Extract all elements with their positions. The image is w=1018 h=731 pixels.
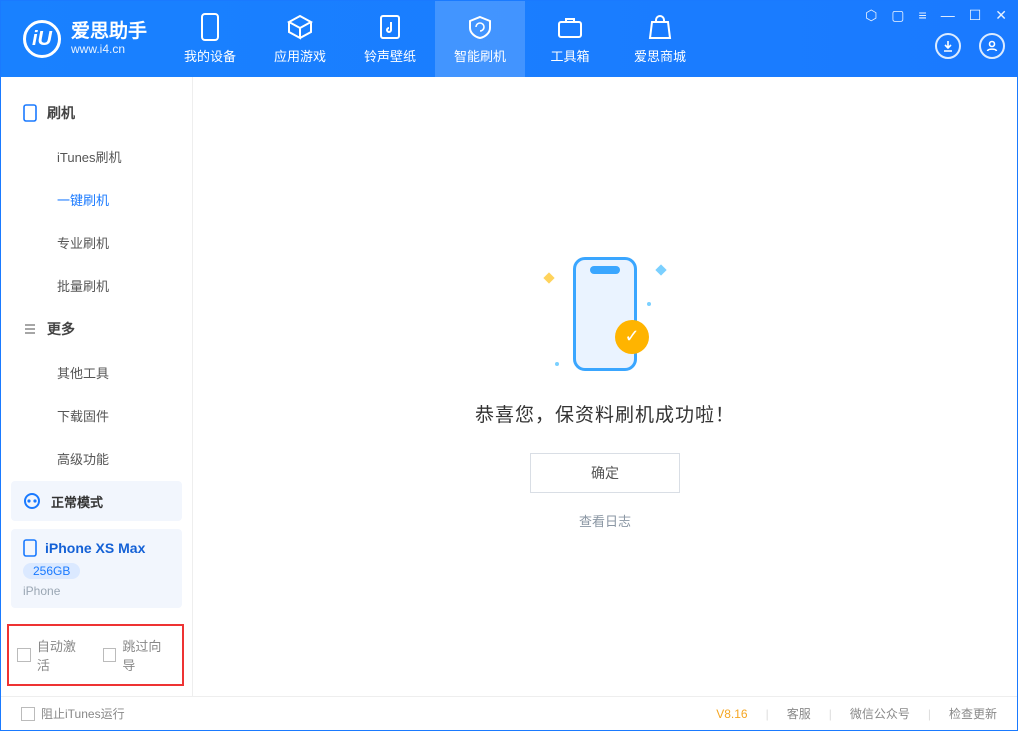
tab-ringtones[interactable]: 铃声壁纸 bbox=[345, 1, 435, 77]
device-type: iPhone bbox=[23, 584, 170, 598]
success-message: 恭喜您，保资料刷机成功啦！ bbox=[475, 400, 735, 427]
close-icon[interactable]: ✕ bbox=[995, 7, 1007, 24]
body: 刷机 iTunes刷机 一键刷机 专业刷机 批量刷机 更多 其他工具 下载固件 … bbox=[1, 77, 1017, 696]
group-title: 刷机 bbox=[47, 103, 75, 123]
footer-link-service[interactable]: 客服 bbox=[787, 705, 811, 722]
footer: 阻止iTunes运行 V8.16 | 客服 | 微信公众号 | 检查更新 bbox=[1, 696, 1017, 730]
sidebar-group-flash: 刷机 bbox=[1, 91, 192, 135]
checkbox-icon bbox=[21, 707, 35, 721]
header: iU 爱思助手 www.i4.cn 我的设备 应用游戏 铃声壁纸 智能刷机 bbox=[1, 1, 1017, 77]
footer-link-update[interactable]: 检查更新 bbox=[949, 705, 997, 722]
maximize-icon[interactable]: ☐ bbox=[969, 7, 982, 24]
tab-store[interactable]: 爱思商城 bbox=[615, 1, 705, 77]
device-capacity: 256GB bbox=[23, 563, 80, 579]
separator: | bbox=[928, 707, 931, 721]
separator: | bbox=[829, 707, 832, 721]
checkbox-icon bbox=[103, 648, 117, 662]
group-title: 更多 bbox=[47, 319, 75, 339]
logo-icon: iU bbox=[23, 20, 61, 58]
check-badge-icon: ✓ bbox=[615, 320, 649, 354]
tab-label: 智能刷机 bbox=[454, 46, 506, 65]
sparkle-icon bbox=[655, 264, 666, 275]
device-card[interactable]: iPhone XS Max 256GB iPhone bbox=[11, 529, 182, 608]
refresh-shield-icon bbox=[467, 14, 493, 40]
user-icon[interactable] bbox=[979, 33, 1005, 59]
dot-icon bbox=[647, 302, 651, 306]
device-icon bbox=[23, 104, 37, 122]
version-label: V8.16 bbox=[716, 707, 747, 721]
shirt-icon[interactable]: ⬡ bbox=[865, 7, 877, 24]
tab-apps[interactable]: 应用游戏 bbox=[255, 1, 345, 77]
sidebar-item-oneclick-flash[interactable]: 一键刷机 bbox=[1, 178, 192, 221]
device-small-icon bbox=[23, 539, 37, 557]
main-content: ✓ 恭喜您，保资料刷机成功啦！ 确定 查看日志 bbox=[193, 77, 1017, 696]
tab-my-device[interactable]: 我的设备 bbox=[165, 1, 255, 77]
sparkle-icon bbox=[543, 272, 554, 283]
app-name: 爱思助手 bbox=[71, 22, 147, 43]
separator: | bbox=[766, 707, 769, 721]
footer-link-wechat[interactable]: 微信公众号 bbox=[850, 705, 910, 722]
app-window: iU 爱思助手 www.i4.cn 我的设备 应用游戏 铃声壁纸 智能刷机 bbox=[0, 0, 1018, 731]
bag-icon bbox=[647, 14, 673, 40]
tab-flash[interactable]: 智能刷机 bbox=[435, 1, 525, 77]
phone-icon bbox=[197, 14, 223, 40]
music-file-icon bbox=[377, 14, 403, 40]
tab-label: 铃声壁纸 bbox=[364, 46, 416, 65]
header-actions bbox=[935, 33, 1005, 59]
mode-icon bbox=[23, 492, 41, 510]
skip-options-highlight: 自动激活 跳过向导 bbox=[7, 624, 184, 686]
mode-bar[interactable]: 正常模式 bbox=[11, 481, 182, 521]
sidebar-group-more: 更多 bbox=[1, 307, 192, 351]
feedback-icon[interactable]: ▢ bbox=[891, 7, 904, 24]
top-tabs: 我的设备 应用游戏 铃声壁纸 智能刷机 工具箱 爱思商城 bbox=[165, 1, 705, 77]
tab-label: 爱思商城 bbox=[634, 46, 686, 65]
mode-label: 正常模式 bbox=[51, 492, 103, 511]
checkbox-label: 跳过向导 bbox=[122, 636, 174, 674]
checkbox-icon bbox=[17, 648, 31, 662]
sidebar-scroll: 刷机 iTunes刷机 一键刷机 专业刷机 批量刷机 更多 其他工具 下载固件 … bbox=[1, 77, 192, 481]
checkbox-label: 自动激活 bbox=[37, 636, 89, 674]
device-name-row: iPhone XS Max bbox=[23, 539, 170, 557]
app-url: www.i4.cn bbox=[71, 42, 147, 56]
tab-label: 我的设备 bbox=[184, 46, 236, 65]
checkbox-block-itunes[interactable]: 阻止iTunes运行 bbox=[21, 705, 125, 722]
logo: iU 爱思助手 www.i4.cn bbox=[1, 20, 165, 58]
checkbox-label: 阻止iTunes运行 bbox=[41, 705, 125, 722]
tab-toolbox[interactable]: 工具箱 bbox=[525, 1, 615, 77]
footer-right: V8.16 | 客服 | 微信公众号 | 检查更新 bbox=[716, 705, 997, 722]
sidebar-item-download-firmware[interactable]: 下载固件 bbox=[1, 394, 192, 437]
checkbox-auto-activate[interactable]: 自动激活 bbox=[17, 636, 89, 674]
cube-icon bbox=[287, 14, 313, 40]
checkbox-skip-guide[interactable]: 跳过向导 bbox=[103, 636, 175, 674]
briefcase-icon bbox=[557, 14, 583, 40]
tab-label: 应用游戏 bbox=[274, 46, 326, 65]
download-icon[interactable] bbox=[935, 33, 961, 59]
device-name: iPhone XS Max bbox=[45, 540, 145, 556]
tab-label: 工具箱 bbox=[551, 46, 590, 65]
minimize-icon[interactable]: — bbox=[941, 7, 955, 24]
sidebar-item-batch-flash[interactable]: 批量刷机 bbox=[1, 264, 192, 307]
sidebar-item-advanced[interactable]: 高级功能 bbox=[1, 437, 192, 480]
sidebar: 刷机 iTunes刷机 一键刷机 专业刷机 批量刷机 更多 其他工具 下载固件 … bbox=[1, 77, 193, 696]
sidebar-item-pro-flash[interactable]: 专业刷机 bbox=[1, 221, 192, 264]
sidebar-item-other-tools[interactable]: 其他工具 bbox=[1, 351, 192, 394]
logo-text: 爱思助手 www.i4.cn bbox=[71, 22, 147, 57]
list-icon bbox=[23, 322, 37, 336]
menu-icon[interactable]: ≡ bbox=[919, 7, 927, 24]
view-log-link[interactable]: 查看日志 bbox=[579, 511, 631, 530]
window-controls: ⬡ ▢ ≡ — ☐ ✕ bbox=[865, 7, 1007, 24]
success-illustration: ✓ bbox=[535, 244, 675, 384]
ok-button[interactable]: 确定 bbox=[530, 453, 680, 493]
dot-icon bbox=[555, 362, 559, 366]
sidebar-item-itunes-flash[interactable]: iTunes刷机 bbox=[1, 135, 192, 178]
